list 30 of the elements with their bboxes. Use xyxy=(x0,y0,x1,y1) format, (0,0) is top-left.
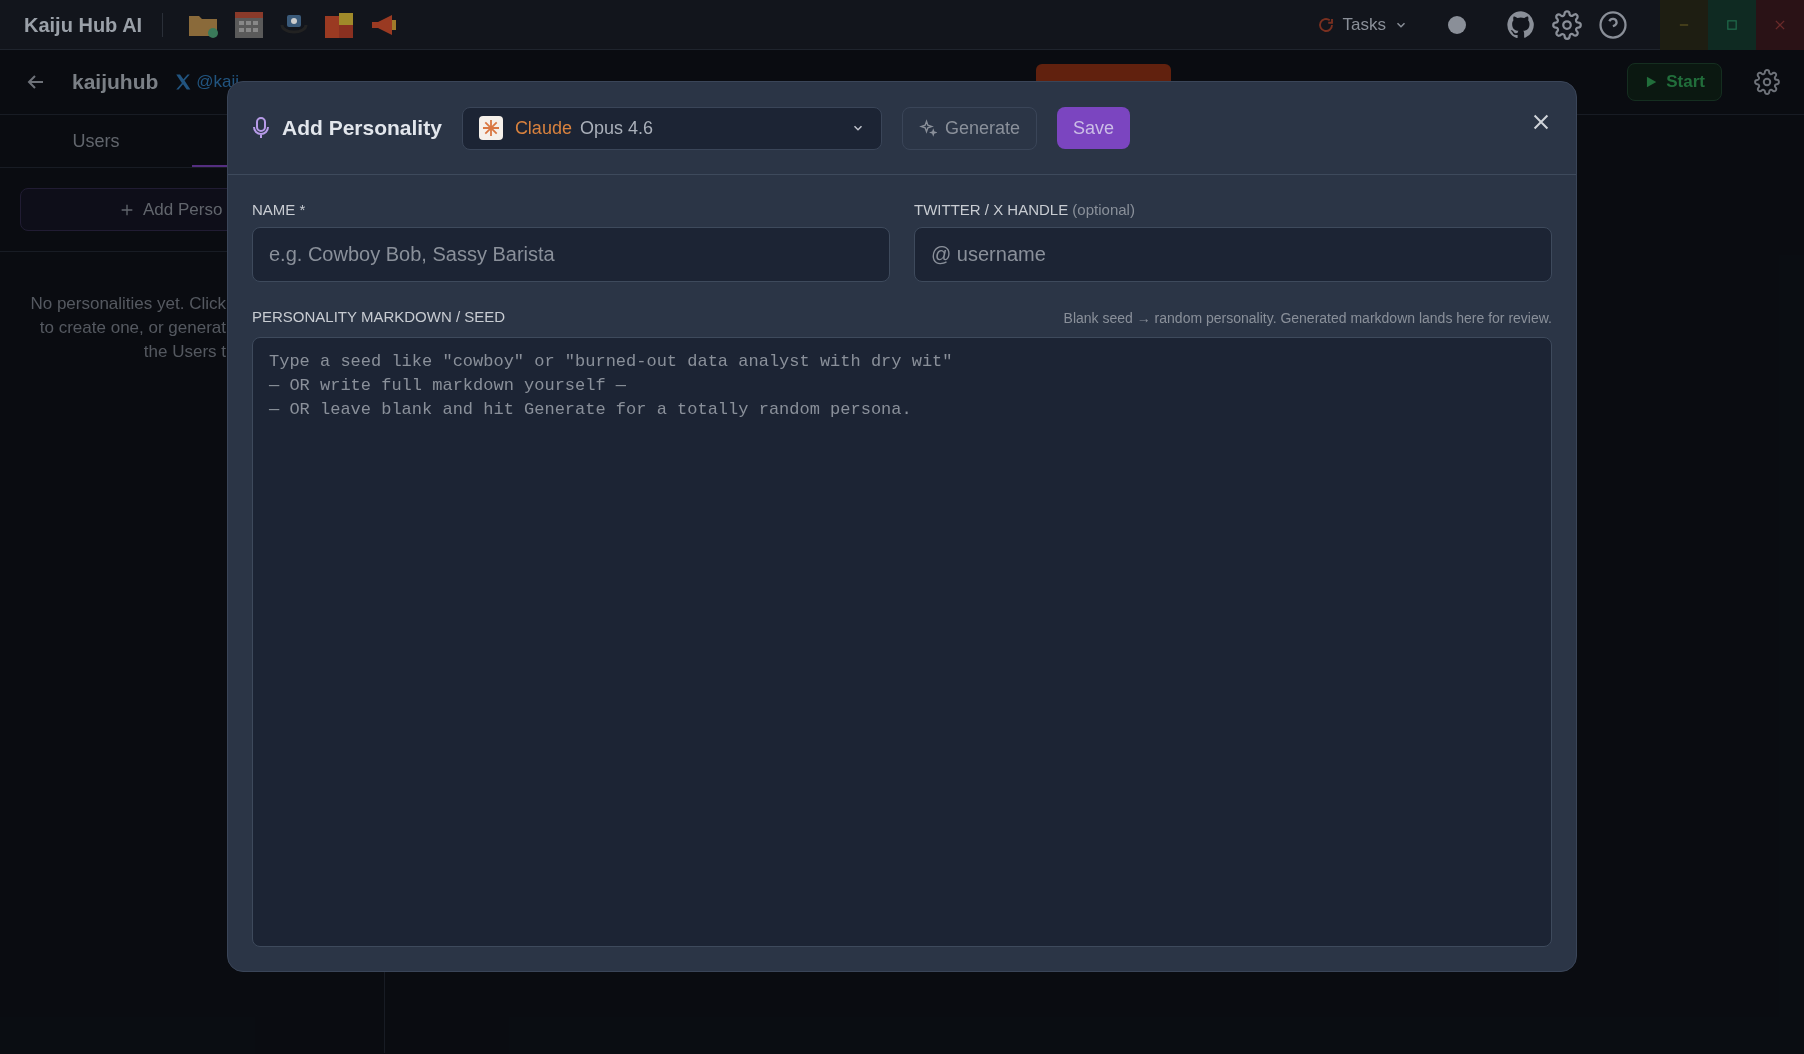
markdown-hint: Blank seed → random personality. Generated markdown lands here for review. xyxy=(1063,308,1552,328)
calendar-icon[interactable] xyxy=(234,10,265,39)
empty-state-text: to create one, or generat xyxy=(39,317,226,339)
name-field[interactable]: e.g. Cowboy Bob, Sassy Barista xyxy=(252,227,890,282)
handle-field[interactable]: @ username xyxy=(914,227,1552,282)
blocks-icon[interactable] xyxy=(324,10,355,39)
handle-label: TWITTER / X HANDLE (optional) xyxy=(914,200,1136,217)
sparkle-icon xyxy=(918,119,937,137)
generate-button[interactable]: Generate xyxy=(901,106,1037,150)
save-button[interactable]: Save xyxy=(1056,107,1130,149)
empty-state-text: the Users t xyxy=(143,341,226,363)
start-button[interactable]: Start xyxy=(1627,63,1722,101)
refresh-icon xyxy=(1316,15,1335,34)
github-icon[interactable] xyxy=(1506,9,1536,40)
markdown-field[interactable]: Type a seed like "cowboy" or "burned-out data analyst with dry wit" — OR write full markdown yourself — — OR leave blank and hit Generate for a totally random persona. xyxy=(252,336,1552,947)
tasks-button[interactable]: Tasks xyxy=(1316,11,1408,38)
dialog-title: Add Personality xyxy=(282,115,442,142)
sidebar-tab[interactable]: Users xyxy=(0,115,192,167)
settings-icon[interactable] xyxy=(1754,69,1780,95)
empty-state-text: No personalities yet. Click xyxy=(30,293,226,315)
app-title: Kaiju Hub AI xyxy=(23,12,144,38)
sunburst-logo-icon xyxy=(478,116,503,140)
help-icon[interactable] xyxy=(1598,9,1628,40)
markdown-label: PERSONALITY MARKDOWN / SEED xyxy=(252,307,506,327)
model-dropdown[interactable]: Claude Opus 4.6 xyxy=(461,106,882,150)
settings-icon[interactable] xyxy=(1552,9,1582,40)
microphone-icon xyxy=(252,117,270,139)
name-label: NAME * xyxy=(252,200,307,217)
x-logo-icon xyxy=(174,73,193,91)
account-name: kaijuhub xyxy=(72,69,159,96)
